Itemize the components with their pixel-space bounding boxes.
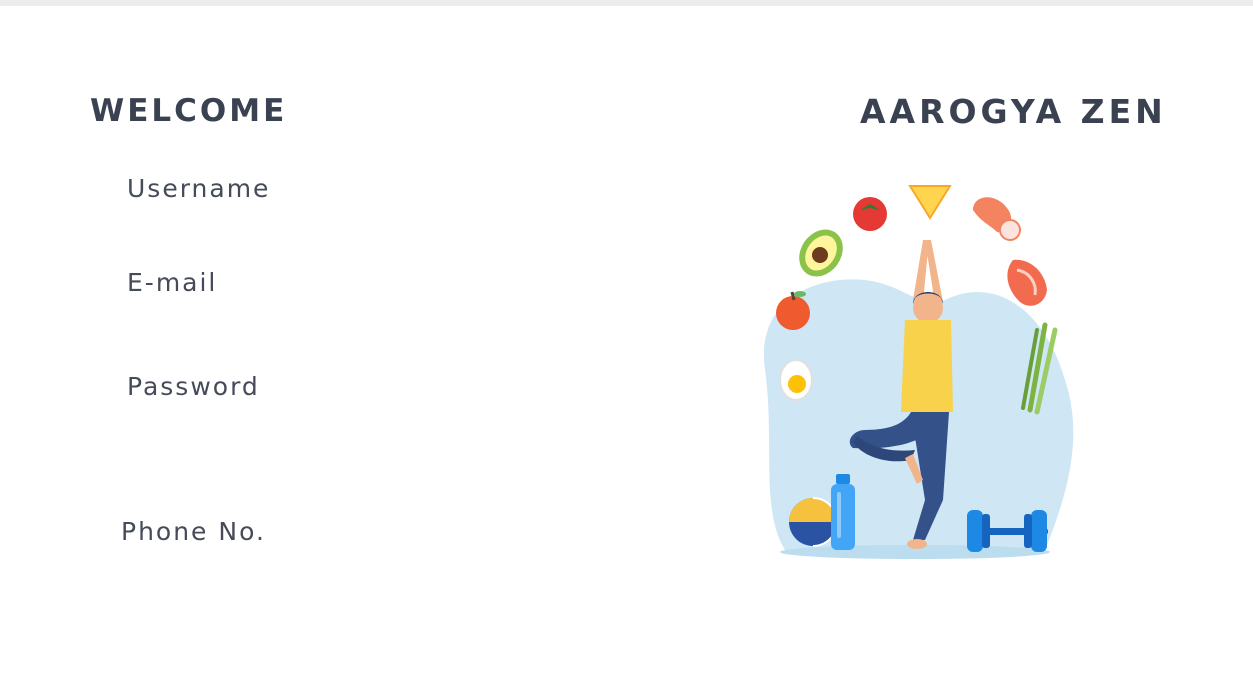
brand-title: AAROGYA ZEN — [860, 92, 1167, 131]
egg-icon — [779, 359, 813, 401]
shrimp-icon — [973, 197, 1021, 241]
username-label: Username — [127, 174, 271, 203]
email-label: E-mail — [127, 268, 218, 297]
salmon-icon — [1007, 259, 1047, 306]
avocado-icon — [799, 229, 843, 277]
welcome-heading: WELCOME — [90, 93, 288, 129]
cheese-icon — [908, 185, 952, 220]
password-label: Password — [127, 372, 260, 401]
yoga-fitness-illustration — [763, 185, 1074, 559]
window-top-bar — [0, 0, 1253, 6]
ball-icon — [789, 497, 838, 547]
tomato-icon — [853, 197, 887, 231]
water-bottle-icon — [831, 474, 855, 550]
phone-label: Phone No. — [121, 517, 266, 546]
